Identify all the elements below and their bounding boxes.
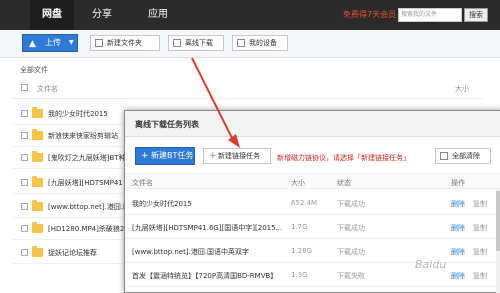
watermark-logo: Baidu	[415, 258, 447, 271]
arrow-to-offline-button	[191, 57, 235, 143]
arrow-head-icon	[228, 134, 240, 148]
annotation-arrows	[191, 57, 240, 148]
